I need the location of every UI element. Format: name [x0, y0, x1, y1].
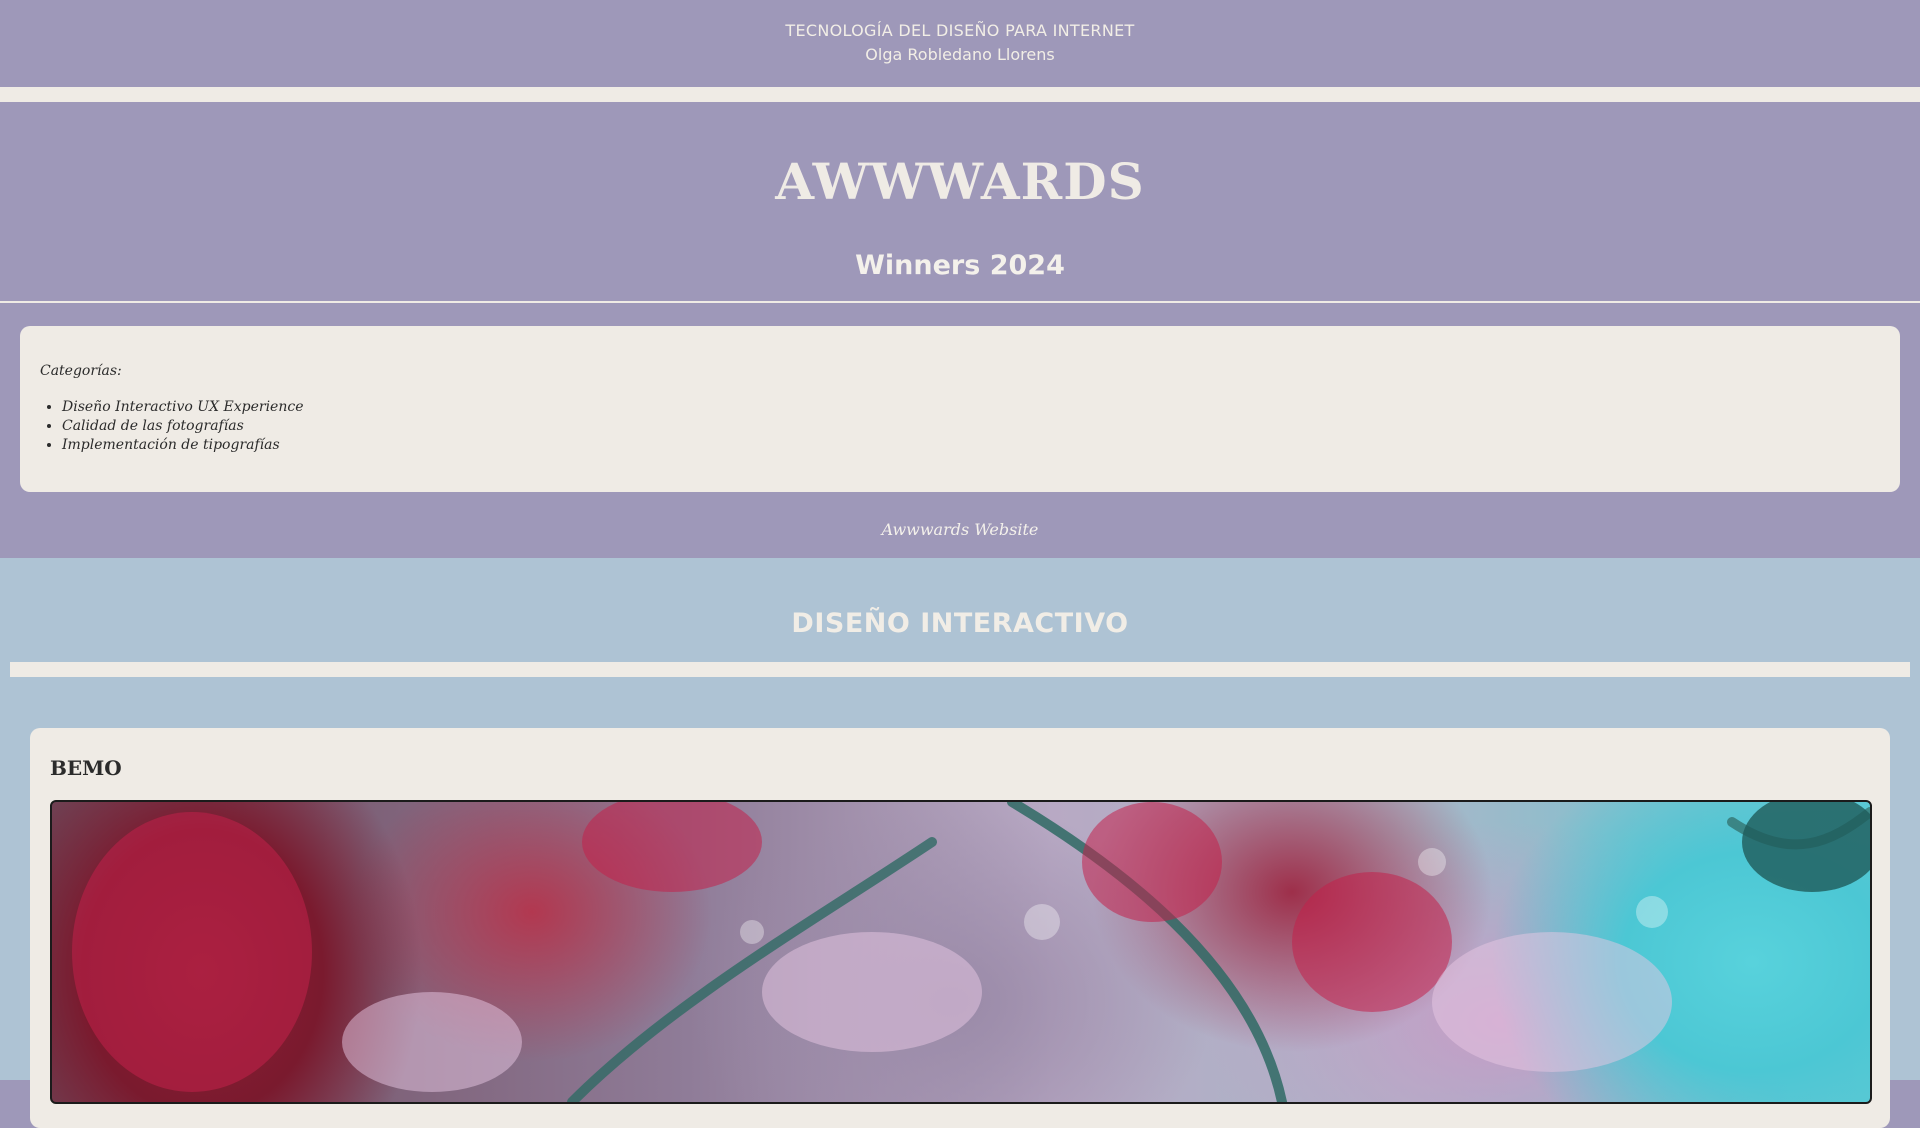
categories-card: Categorías: Diseño Interactivo UX Experi…	[20, 326, 1900, 492]
site-header: TECNOLOGÍA DEL DISEÑO PARA INTERNET Olga…	[0, 0, 1920, 87]
image-decoration	[72, 802, 1870, 1102]
category-item: Implementación de tipografías	[62, 436, 303, 455]
project-card: BEMO	[30, 728, 1890, 1128]
categories-list: Diseño Interactivo UX Experience Calidad…	[40, 398, 303, 455]
page-title: AWWWARDS	[775, 152, 1145, 211]
category-item: Diseño Interactivo UX Experience	[62, 398, 303, 417]
floral-collage-image	[50, 800, 1872, 1104]
page-subtitle: Winners 2024	[855, 250, 1065, 281]
course-title: TECNOLOGÍA DEL DISEÑO PARA INTERNET	[785, 21, 1135, 40]
section-band	[10, 662, 1910, 677]
hero-rule	[0, 301, 1920, 303]
categories-label: Categorías:	[40, 363, 122, 379]
interactive-design-section: DISEÑO INTERACTIVO BEMO	[0, 558, 1920, 1128]
header-divider-strip	[0, 87, 1920, 102]
category-item: Calidad de las fotografías	[62, 417, 303, 436]
project-name: BEMO	[50, 756, 122, 780]
section-heading: DISEÑO INTERACTIVO	[791, 608, 1129, 639]
author-name: Olga Robledano Llorens	[865, 45, 1055, 64]
hero-section: AWWWARDS Winners 2024 Categorías: Diseño…	[0, 102, 1920, 558]
awwwards-website-link[interactable]: Awwwards Website	[0, 520, 1920, 539]
